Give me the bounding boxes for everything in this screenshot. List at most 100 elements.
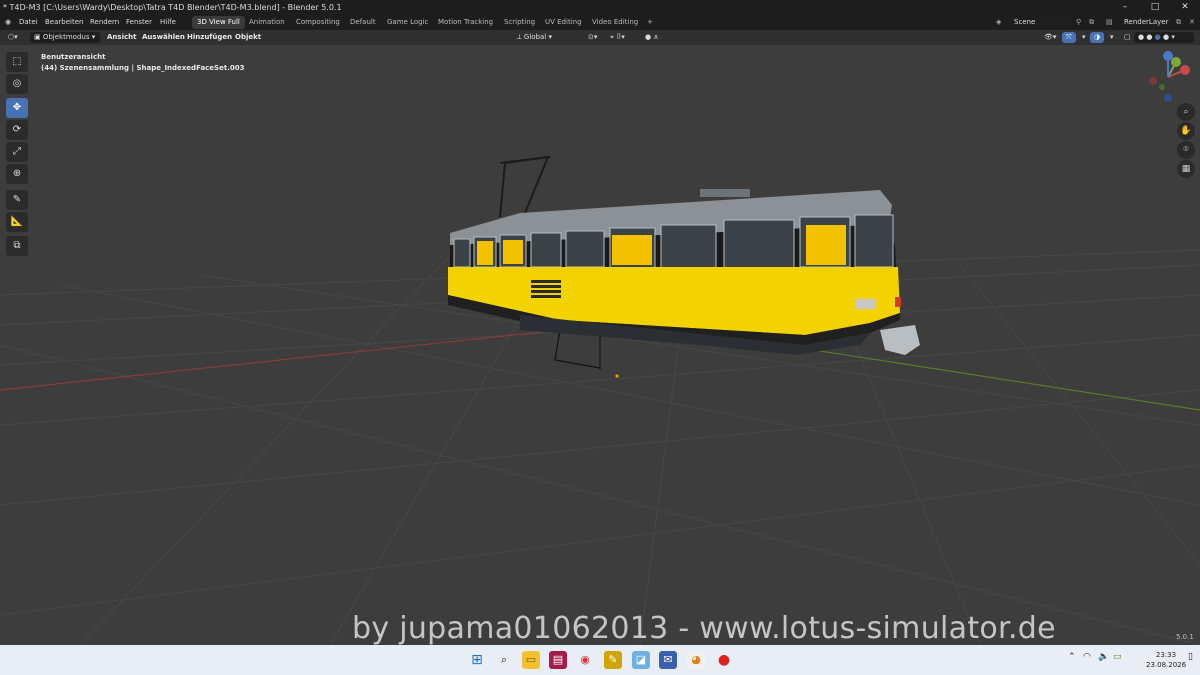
tab-video-editing[interactable]: Video Editing [587,16,643,29]
clock-date: 23.08.2026 [1146,661,1187,669]
gizmo-y-axis[interactable] [1171,57,1181,67]
close-button[interactable]: ✕ [1170,0,1200,15]
cursor-tool[interactable]: ◎ [6,74,28,94]
blender-taskbar-icon[interactable]: ◕ [687,651,705,669]
taskbar-clock[interactable]: 23:33 23.08.2026 [1146,650,1186,670]
measure-tool[interactable]: 📐 [6,212,28,232]
menu-hinzufuegen[interactable]: Hinzufügen [184,30,235,45]
overlay-toggle-icon[interactable]: ◑ [1090,32,1105,43]
annotate-tool[interactable]: ✎ [6,190,28,210]
tram-coupler [880,325,920,355]
orientation-label: Global [523,33,547,41]
snap-icon[interactable]: ⌖ ⠿▾ [606,32,629,43]
add-cube-tool[interactable]: ⧉ [6,236,28,256]
gizmo-dropdown-icon[interactable]: ▾ [1078,32,1090,43]
mode-label: Objektmodus [42,33,90,41]
maximize-button[interactable]: □ [1140,0,1170,15]
title-bar: * T4D-M3 [C:\Users\Wardy\Desktop\Tatra T… [0,0,1200,15]
blender-logo-icon[interactable]: ◉ [2,15,14,30]
move-tool[interactable]: ✥ [6,98,28,118]
app-icon-blue[interactable]: ◪ [632,651,650,669]
search-icon[interactable]: ⌕ [495,651,513,669]
tab-animation[interactable]: Animation [244,16,290,29]
xray-icon[interactable]: ▢ [1120,32,1135,43]
wifi-icon[interactable]: ◠ [1083,652,1091,662]
watermark-text: by jupama01062013 - www.lotus-simulator.… [352,611,1056,646]
app-icon-editor[interactable]: ✉ [659,651,677,669]
menu-ansicht[interactable]: Ansicht [104,30,139,45]
tab-game-logic[interactable]: Game Logic [382,16,433,29]
menu-hilfe[interactable]: Hilfe [157,15,179,30]
file-explorer-icon[interactable]: ▭ [522,651,540,669]
volume-icon[interactable]: 🔈 [1098,652,1109,662]
viewport-canvas[interactable] [0,45,1200,645]
overlay-dropdown-icon[interactable]: ▾ [1106,32,1118,43]
grid-view-icon[interactable]: ▦ [1177,160,1195,178]
navigation-gizmo[interactable] [1145,50,1200,105]
windows-start-icon[interactable]: ⊞ [468,651,486,669]
new-layer-icon[interactable]: ⧉ [1173,15,1184,30]
app-icon-yellow[interactable]: ✎ [604,651,622,669]
menu-bearbeiten[interactable]: Bearbeiten [42,15,86,30]
menu-rendern[interactable]: Rendern [87,15,122,30]
transform-tool[interactable]: ⊕ [6,164,28,184]
tram-tail-lights [855,299,875,309]
camera-view-icon[interactable]: ⌾ [1177,141,1195,159]
visibility-icon[interactable]: 👁▾ [1040,32,1061,43]
render-layer-icon: ▤ [1106,18,1113,26]
winrar-icon[interactable]: ▤ [549,651,567,669]
menu-datei[interactable]: Datei [16,15,41,30]
menu-fenster[interactable]: Fenster [123,15,155,30]
tram-body [448,267,900,335]
tab-motion-tracking[interactable]: Motion Tracking [433,16,498,29]
taskbar: ⊞ ⌕ ▭ ▤ ◉ ✎ ◪ ✉ ◕ ● ⌃ ◠ 🔈 ▭ 23:33 23.08.… [0,645,1200,675]
zoom-icon[interactable]: ⌕ [1177,103,1195,121]
shading-modes[interactable]: ● ● ● ● ▾ [1134,32,1194,43]
notification-icon[interactable]: ▯ [1188,652,1193,662]
pivot-icon[interactable]: ⊙▾ [584,32,602,43]
gizmo-toggle-icon[interactable]: ⤧ [1062,32,1076,43]
tab-default[interactable]: Default [345,16,381,29]
pin-icon[interactable]: ⚲ [1073,15,1084,30]
menu-auswaehlen[interactable]: Auswählen [139,30,188,45]
version-label: 5.0.1 [1176,633,1194,641]
blender-window: { "window": { "title": "* T4D-M3 [C:\\Us… [0,0,1200,675]
tab-uv-editing[interactable]: UV Editing [540,16,587,29]
scale-tool[interactable]: ⤢ [6,142,28,162]
record-icon[interactable]: ● [715,651,733,669]
top-bar: ◉ Datei Bearbeiten Rendern Fenster Hilfe… [0,15,1200,30]
chrome-icon[interactable]: ◉ [576,651,594,669]
mode-selector[interactable]: ▣ Objektmodus ▾ [30,32,100,43]
remove-layer-icon[interactable]: ✕ [1186,15,1198,30]
gizmo-x-axis[interactable] [1180,65,1190,75]
proportional-edit-icon[interactable]: ● ∧ [641,32,663,43]
battery-icon[interactable]: ▭ [1113,652,1122,662]
pantograph [499,155,550,218]
render-layer-name: RenderLayer [1124,18,1169,26]
tram-model[interactable] [448,155,920,370]
tab-3d-view-full[interactable]: 3D View Full [192,16,245,29]
viewport-header: ⬡▾ ▣ Objektmodus ▾ Ansicht Auswählen Hin… [0,30,1200,45]
gizmo-z-axis[interactable] [1163,51,1173,61]
collection-info-label: (44) Szenensammlung | Shape_IndexedFaceS… [41,64,245,72]
transform-orientation-selector[interactable]: ⟂ Global ▾ [513,32,579,43]
new-scene-icon[interactable]: ⧉ [1086,15,1097,30]
tray-chevron-icon[interactable]: ⌃ [1068,652,1076,662]
rotate-tool[interactable]: ⟳ [6,120,28,140]
tool-shelf: ⬚ ◎ ✥ ⟳ ⤢ ⊕ ✎ 📐 ⧉ [4,52,30,257]
pan-hand-icon[interactable]: ✋ [1177,122,1195,140]
gizmo-neg-x[interactable] [1149,77,1157,85]
object-origin [615,374,619,378]
gizmo-neg-z[interactable] [1164,94,1172,102]
menu-objekt[interactable]: Objekt [232,30,264,45]
render-layer-selector[interactable]: RenderLayer [1120,17,1170,28]
editor-type-icon[interactable]: ⬡▾ [4,32,22,43]
minimize-button[interactable]: – [1110,0,1140,15]
clock-time: 23:33 [1155,651,1177,659]
select-box-tool[interactable]: ⬚ [6,52,28,72]
tab-scripting[interactable]: Scripting [499,16,540,29]
scene-selector[interactable]: Scene [1010,17,1070,28]
window-title: * T4D-M3 [C:\Users\Wardy\Desktop\Tatra T… [3,3,342,12]
add-workspace-button[interactable]: + [642,16,658,29]
tab-compositing[interactable]: Compositing [291,16,345,29]
